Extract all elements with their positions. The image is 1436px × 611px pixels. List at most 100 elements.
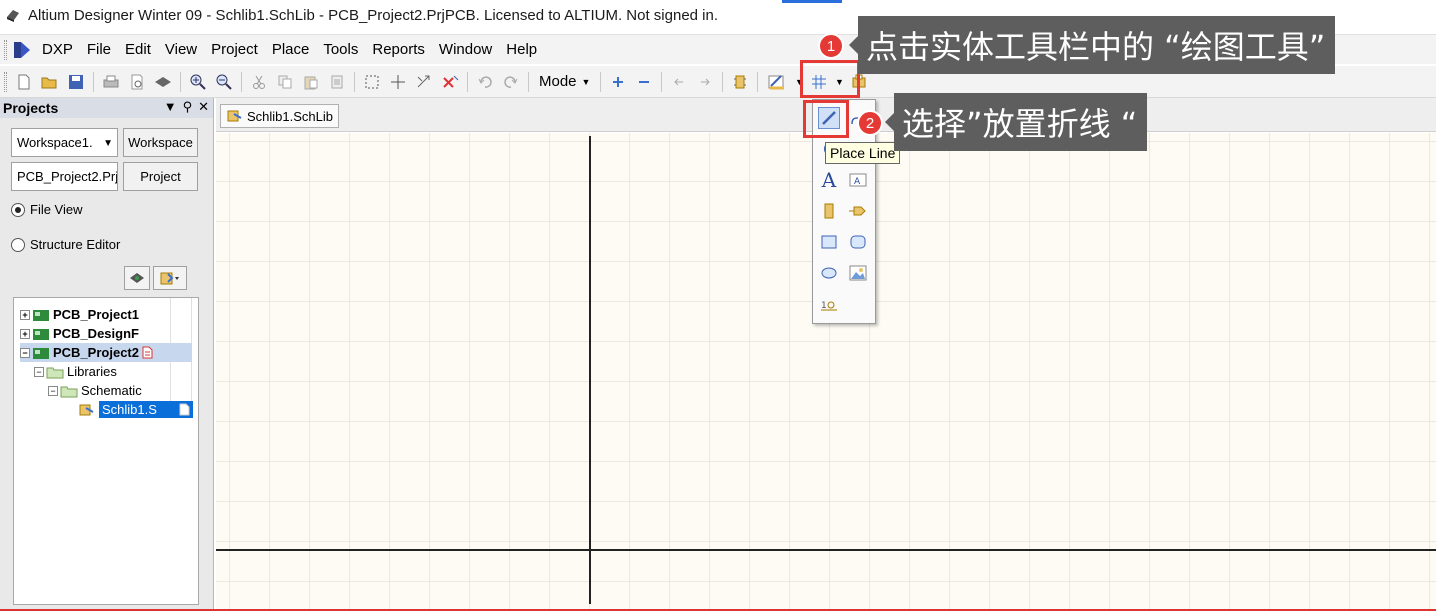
toolbar-separator — [722, 71, 724, 92]
tree-item-libraries[interactable]: − Libraries — [34, 362, 117, 381]
toolbar-separator — [600, 71, 602, 92]
radio-file-view[interactable]: File View — [11, 202, 83, 217]
place-graphic-icon[interactable] — [847, 262, 869, 284]
expand-icon[interactable]: + — [20, 309, 30, 320]
zoom-out-icon[interactable] — [213, 71, 235, 93]
panel-menu-icon[interactable]: ▼ — [164, 99, 177, 115]
menu-tools[interactable]: Tools — [316, 41, 365, 58]
zoom-in-icon[interactable] — [187, 71, 209, 93]
collapse-icon[interactable]: − — [48, 385, 58, 396]
pin-icon[interactable]: ⚲ — [183, 99, 193, 115]
place-text-frame-icon[interactable]: A — [847, 169, 869, 191]
expand-icon[interactable]: + — [20, 328, 30, 339]
origin-horizontal-axis — [216, 549, 1436, 551]
menu-window[interactable]: Window — [432, 41, 499, 58]
highlight-drawing-tools — [800, 60, 860, 98]
menu-help[interactable]: Help — [499, 41, 544, 58]
menu-view[interactable]: View — [158, 41, 204, 58]
menu-reports[interactable]: Reports — [365, 41, 432, 58]
project-combo-value: PCB_Project2.Prj — [17, 169, 118, 184]
schematic-library-icon — [78, 403, 96, 417]
modified-document-icon — [142, 346, 153, 359]
place-part-icon[interactable] — [818, 200, 840, 222]
paste-array-icon[interactable]: 1 — [818, 294, 840, 316]
tab-schlib1[interactable]: Schlib1.SchLib — [220, 104, 339, 128]
tree-item-label: PCB_DesignF — [53, 326, 139, 341]
component-library-icon[interactable] — [729, 71, 751, 93]
place-ellipse-icon[interactable] — [818, 262, 840, 284]
place-rectangle-icon[interactable] — [818, 231, 840, 253]
new-document-icon[interactable] — [13, 71, 35, 93]
copy-icon[interactable] — [274, 71, 296, 93]
toolbar-grip[interactable] — [4, 71, 7, 92]
projects-panel: Projects ▼ ⚲ ✕ Workspace1. ▼ Workspace P… — [0, 98, 214, 611]
tree-item-schematic[interactable]: − Schematic — [48, 381, 142, 400]
undo-icon[interactable] — [474, 71, 496, 93]
mode-label: Mode — [539, 73, 577, 90]
place-pin-icon[interactable] — [847, 200, 869, 222]
projects-panel-header: Projects ▼ ⚲ ✕ — [0, 98, 213, 118]
tree-item-pcb-designf[interactable]: + PCB_DesignF — [20, 324, 139, 343]
compile-icon[interactable] — [124, 266, 150, 290]
menubar-grip[interactable] — [4, 39, 7, 60]
mode-dropdown[interactable]: Mode ▼ — [533, 73, 596, 90]
rubber-stamp-icon[interactable] — [326, 71, 348, 93]
forward-arrow-icon[interactable] — [694, 71, 716, 93]
project-combo[interactable]: PCB_Project2.Prj — [11, 162, 118, 191]
paste-icon[interactable] — [300, 71, 322, 93]
svg-text:1: 1 — [821, 301, 827, 311]
menu-project[interactable]: Project — [204, 41, 265, 58]
place-text-string-icon[interactable]: A — [818, 168, 840, 192]
dxp-logo-icon[interactable] — [13, 41, 31, 59]
tree-item-pcb-project2[interactable]: − PCB_Project2 — [20, 343, 192, 362]
redo-icon[interactable] — [500, 71, 522, 93]
tree-item-label: PCB_Project2 — [53, 345, 139, 360]
menu-dxp[interactable]: DXP — [35, 41, 80, 58]
workspace-combo[interactable]: Workspace1. ▼ — [11, 128, 118, 157]
remove-icon[interactable] — [633, 71, 655, 93]
toolbar-separator — [93, 71, 94, 92]
radio-structure-editor[interactable]: Structure Editor — [11, 237, 120, 252]
workspace-button[interactable]: Workspace — [123, 128, 198, 157]
drawing-tools-icon[interactable] — [764, 71, 790, 93]
radio-file-view-indicator[interactable] — [11, 202, 25, 217]
add-icon[interactable] — [607, 71, 629, 93]
toolbar-separator — [467, 71, 468, 92]
print-preview-icon[interactable] — [126, 71, 148, 93]
svg-text:A: A — [854, 177, 861, 187]
toolbar-separator — [757, 71, 759, 92]
open-folder-icon[interactable] — [39, 71, 61, 93]
move-icon[interactable] — [387, 71, 409, 93]
step-2-callout: 选择”放置折线 “ — [884, 93, 1148, 151]
tree-item-label: PCB_Project1 — [53, 307, 139, 322]
place-line-tooltip: Place Line — [825, 142, 901, 164]
cut-icon[interactable] — [248, 71, 270, 93]
project-button[interactable]: Project — [123, 162, 198, 191]
close-icon[interactable]: ✕ — [198, 99, 209, 115]
toolbar-separator — [661, 71, 663, 92]
tree-item-label: Libraries — [67, 364, 117, 379]
menu-place[interactable]: Place — [265, 41, 317, 58]
pcb-project-icon — [32, 327, 50, 341]
clear-selection-icon[interactable] — [439, 71, 461, 93]
select-area-icon[interactable] — [361, 71, 383, 93]
move-selection-icon[interactable] — [413, 71, 435, 93]
collapse-icon[interactable]: − — [34, 366, 44, 377]
place-round-rectangle-icon[interactable] — [847, 231, 869, 253]
radio-structure-editor-indicator[interactable] — [11, 237, 25, 252]
tree-item-pcb-project1[interactable]: + PCB_Project1 — [20, 305, 139, 324]
project-options-icon[interactable] — [153, 266, 187, 290]
back-arrow-icon[interactable] — [668, 71, 690, 93]
project-row: PCB_Project2.Prj Project — [11, 162, 198, 191]
collapse-icon[interactable]: − — [20, 347, 30, 358]
board-view-icon[interactable] — [152, 71, 174, 93]
tree-item-label: Schematic — [81, 383, 142, 398]
menu-edit[interactable]: Edit — [118, 41, 158, 58]
save-icon[interactable] — [65, 71, 87, 93]
window-title: Altium Designer Winter 09 - Schlib1.SchL… — [28, 6, 719, 24]
projects-panel-title: Projects — [3, 100, 59, 116]
tree-item-schlib1[interactable]: Schlib1.S — [78, 400, 193, 419]
print-icon[interactable] — [100, 71, 122, 93]
menu-file[interactable]: File — [80, 41, 118, 58]
workspace-row: Workspace1. ▼ Workspace — [11, 128, 198, 157]
